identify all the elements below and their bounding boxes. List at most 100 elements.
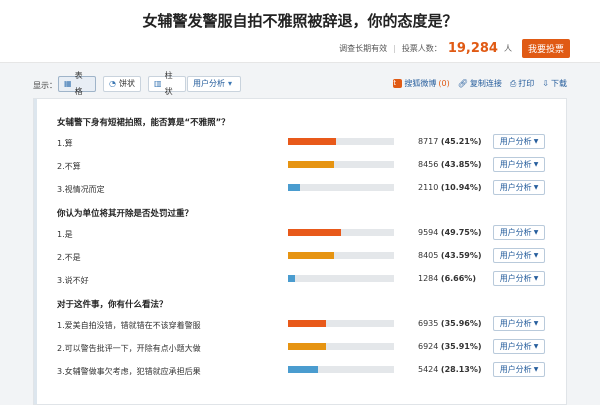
question-3-title: 对于这件事，你有什么看法？ <box>57 300 168 310</box>
q1-option-3-fill <box>288 184 300 191</box>
voters-unit: 人 <box>503 43 512 53</box>
user-analysis-label: 用户分析 <box>499 228 532 237</box>
q3-option-3-pct: (28.13%) <box>440 365 482 374</box>
chevron-down-icon: ▾ <box>228 79 233 88</box>
q2-option-2-count: 8405 <box>418 251 439 260</box>
panel-stripe <box>34 99 37 404</box>
voters-label: 投票人数： <box>401 43 442 53</box>
q1-option-2-user-analysis-button[interactable]: 用户分析 ▼ <box>493 157 545 172</box>
view-table-button[interactable]: ▦ 表格 <box>58 71 96 96</box>
user-analysis-label: 用户分析 <box>499 251 532 260</box>
q3-option-1-count: 6935 <box>418 319 439 328</box>
share-weibo-link[interactable]: t 搜狐微博 (0) <box>393 78 450 89</box>
download-link[interactable]: ⇩ 下载 <box>542 78 567 89</box>
q3-option-1-stat: 6935 (35.96%) <box>418 319 488 328</box>
q2-option-1-user-analysis-button[interactable]: 用户分析 ▼ <box>493 225 545 240</box>
question-1-title: 女辅警下身有短裙拍照，能否算是“不雅照”？ <box>57 118 230 128</box>
user-analysis-label: 用户分析 <box>193 79 225 88</box>
q3-option-2-track <box>288 343 394 350</box>
pie-icon: ◔ <box>109 79 116 88</box>
view-toolbar: 显示： ▦ 表格 ◔ 饼状 ▥ 柱状 用户分析 ▾ t 搜狐微博 (0) 🔗︎ … <box>33 71 567 96</box>
q2-option-1-stat: 9594 (49.75%) <box>418 228 488 237</box>
q2-option-3-user-analysis-button[interactable]: 用户分析 ▼ <box>493 271 545 286</box>
survey-meta: 调查长期有效 | 投票人数： 19,284 人 我要投票 <box>339 38 570 58</box>
view-pie-label: 饼状 <box>118 79 135 88</box>
chevron-down-icon: ▼ <box>533 229 539 236</box>
chevron-down-icon: ▼ <box>533 343 539 350</box>
q2-option-3-track <box>288 275 394 282</box>
view-bar-label: 柱状 <box>164 71 173 96</box>
user-analysis-toolbar-button[interactable]: 用户分析 ▾ <box>187 76 241 92</box>
q3-option-2-user-analysis-button[interactable]: 用户分析 ▼ <box>493 339 545 354</box>
q3-option-2-pct: (35.91%) <box>440 342 482 351</box>
q1-option-1-pct: (45.21%) <box>440 137 482 146</box>
user-analysis-label: 用户分析 <box>499 319 532 328</box>
q2-option-1-pct: (49.75%) <box>440 228 482 237</box>
q3-option-2-label: 2.可以警告批评一下，开除有点小题大做 <box>57 344 201 353</box>
share-count: (0) <box>438 79 450 88</box>
q2-option-1-count: 9594 <box>418 228 439 237</box>
q2-option-3-label: 3.说不好 <box>57 276 89 285</box>
q2-option-1-label: 1.是 <box>57 230 73 239</box>
q1-option-2-pct: (43.85%) <box>440 160 482 169</box>
q3-option-2-stat: 6924 (35.91%) <box>418 342 488 351</box>
print-link[interactable]: ⎙ 打印 <box>510 78 534 89</box>
download-icon: ⇩ <box>542 79 549 88</box>
q2-option-3-fill <box>288 275 296 282</box>
q1-option-1-fill <box>288 138 336 145</box>
user-analysis-label: 用户分析 <box>499 365 532 374</box>
q3-option-3-fill <box>288 366 318 373</box>
user-analysis-label: 用户分析 <box>499 342 532 351</box>
copy-link-label: 复制连接 <box>469 79 502 88</box>
q2-option-1-track <box>288 229 394 236</box>
chevron-down-icon: ▼ <box>533 320 539 327</box>
chevron-down-icon: ▼ <box>533 184 539 191</box>
q1-option-3-label: 3.视情况而定 <box>57 185 105 194</box>
print-label: 打印 <box>518 79 535 88</box>
q2-option-2-user-analysis-button[interactable]: 用户分析 ▼ <box>493 248 545 263</box>
q3-option-1-user-analysis-button[interactable]: 用户分析 ▼ <box>493 316 545 331</box>
q1-option-3-count: 2110 <box>418 183 439 192</box>
view-table-label: 表格 <box>74 71 83 96</box>
chevron-down-icon: ▼ <box>533 138 539 145</box>
q3-option-2-fill <box>288 343 327 350</box>
q2-option-3-count: 1284 <box>418 274 439 283</box>
voters-count: 19,284 <box>447 40 498 56</box>
q2-option-2-stat: 8405 (43.59%) <box>418 251 488 260</box>
q3-option-3-label: 3.女辅警做事欠考虑，犯错就应承担后果 <box>57 367 201 376</box>
q1-option-3-stat: 2110 (10.94%) <box>418 183 488 192</box>
user-analysis-label: 用户分析 <box>499 274 532 283</box>
q1-option-2-track <box>288 161 394 168</box>
divider: | <box>393 43 396 53</box>
q2-option-2-fill <box>288 252 335 259</box>
q1-option-3-user-analysis-button[interactable]: 用户分析 ▼ <box>493 180 545 195</box>
page-title: 女辅警发警服自拍不雅照被辞退，你的态度是？ <box>142 12 458 30</box>
q3-option-3-user-analysis-button[interactable]: 用户分析 ▼ <box>493 362 545 377</box>
q1-option-3-track <box>288 184 394 191</box>
q2-option-1-fill <box>288 229 341 236</box>
q2-option-2-pct: (43.59%) <box>440 251 482 260</box>
vote-button[interactable]: 我要投票 <box>521 38 570 58</box>
download-label: 下载 <box>551 79 567 88</box>
q2-option-3-stat: 1284 (6.66%) <box>418 274 488 283</box>
q1-option-1-user-analysis-button[interactable]: 用户分析 ▼ <box>493 134 545 149</box>
table-icon: ▦ <box>64 79 72 88</box>
q1-option-2-count: 8456 <box>418 160 439 169</box>
q3-option-1-track <box>288 320 394 327</box>
results-panel: 女辅警下身有短裙拍照，能否算是“不雅照”？ 1.算 8717 (45.21%) … <box>33 98 567 405</box>
view-bar-button[interactable]: ▥ 柱状 <box>148 71 186 96</box>
copy-link[interactable]: 🔗︎ 复制连接 <box>458 78 502 89</box>
q1-option-2-stat: 8456 (43.85%) <box>418 160 488 169</box>
q1-option-1-track <box>288 138 394 145</box>
share-tools: t 搜狐微博 (0) 🔗︎ 复制连接 ⎙ 打印 ⇩ 下载 <box>393 78 567 89</box>
view-pie-button[interactable]: ◔ 饼状 <box>103 76 141 92</box>
display-label: 显示： <box>33 81 57 90</box>
q3-option-3-stat: 5424 (28.13%) <box>418 365 488 374</box>
chevron-down-icon: ▼ <box>533 275 539 282</box>
q2-option-2-track <box>288 252 394 259</box>
q1-option-1-count: 8717 <box>418 137 439 146</box>
q3-option-3-count: 5424 <box>418 365 439 374</box>
q3-option-3-track <box>288 366 394 373</box>
q3-option-2-count: 6924 <box>418 342 439 351</box>
link-icon: 🔗︎ <box>457 79 468 88</box>
